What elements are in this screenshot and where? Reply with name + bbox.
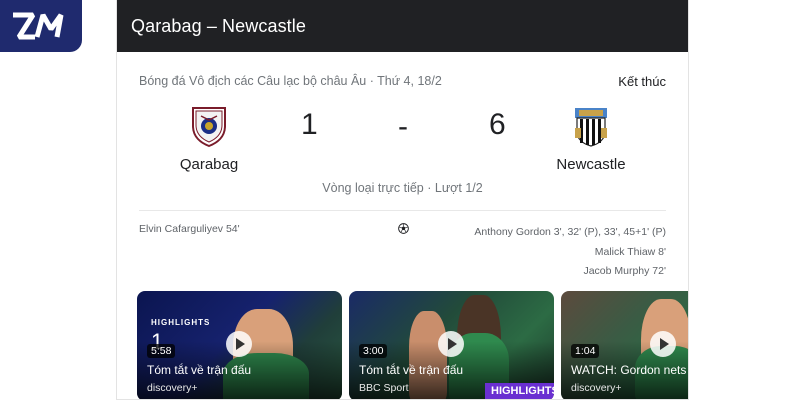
video-duration: 1:04: [571, 344, 600, 358]
play-icon[interactable]: [438, 331, 464, 357]
page: Qarabag – Newcastle Bóng đá Vô địch các …: [0, 0, 800, 400]
football-icon: [398, 223, 409, 234]
home-scorer: Elvin Cafarguliyev 54': [139, 223, 240, 235]
video-source: BBC Sport: [359, 382, 409, 394]
home-team-name: Qarabag: [179, 156, 239, 173]
video-carousel: HIGHLIGHTS 1 5:58 Tóm tắt về trận đấu di…: [137, 291, 688, 399]
match-card: Qarabag – Newcastle Bóng đá Vô địch các …: [116, 0, 689, 400]
video-title[interactable]: Tóm tắt về trận đấu: [147, 363, 251, 377]
video-source: discovery+: [571, 382, 622, 394]
away-team-name: Newcastle: [556, 156, 626, 173]
video-duration: 3:00: [359, 344, 388, 358]
match-meta: Bóng đá Vô địch các Câu lạc bộ châu Âu ·…: [139, 74, 666, 89]
newcastle-crest-icon: [575, 108, 607, 147]
divider: [139, 210, 666, 211]
home-score: 1: [301, 108, 318, 141]
video-card[interactable]: HIGHLIGHTS 1 5:58 Tóm tắt về trận đấu di…: [137, 291, 342, 399]
match-title-bar: Qarabag – Newcastle: [117, 0, 688, 52]
away-scorers: Anthony Gordon 3', 32' (P), 33', 45+1' (…: [474, 223, 666, 282]
zm-logo-icon: [13, 12, 64, 40]
video-card[interactable]: HIGHLIGHTS 3:00 Tóm tắt về trận đấu BBC …: [349, 291, 554, 399]
video-duration: 5:58: [147, 344, 176, 358]
video-card[interactable]: 1:04 WATCH: Gordon nets discovery+: [561, 291, 688, 399]
video-title[interactable]: Tóm tắt về trận đấu: [359, 363, 463, 377]
round-info: Vòng loại trực tiếp · Lượt 1/2: [322, 181, 483, 195]
match-status: Kết thúc: [618, 74, 666, 89]
highlights-banner: HIGHLIGHTS: [485, 383, 554, 399]
away-team[interactable]: Newcastle: [531, 104, 651, 173]
match-title: Qarabag – Newcastle: [131, 15, 306, 36]
play-icon[interactable]: [226, 331, 252, 357]
video-source: discovery+: [147, 382, 198, 394]
qarabag-crest-icon: [192, 107, 226, 148]
video-title[interactable]: WATCH: Gordon nets: [571, 363, 686, 377]
home-team[interactable]: Qarabag: [149, 104, 269, 173]
play-icon[interactable]: [650, 331, 676, 357]
away-scorer: Malick Thiaw 8': [594, 245, 666, 258]
competition-date: Bóng đá Vô địch các Câu lạc bộ châu Âu ·…: [139, 74, 442, 88]
highlights-label: HIGHLIGHTS: [151, 318, 211, 327]
away-scorer: Jacob Murphy 72': [583, 265, 666, 277]
away-scorer: Anthony Gordon 3', 32' (P), 33', 45+1' (…: [474, 226, 666, 238]
score-separator: -: [398, 110, 408, 143]
away-score: 6: [489, 108, 506, 141]
site-logo[interactable]: [0, 0, 82, 52]
